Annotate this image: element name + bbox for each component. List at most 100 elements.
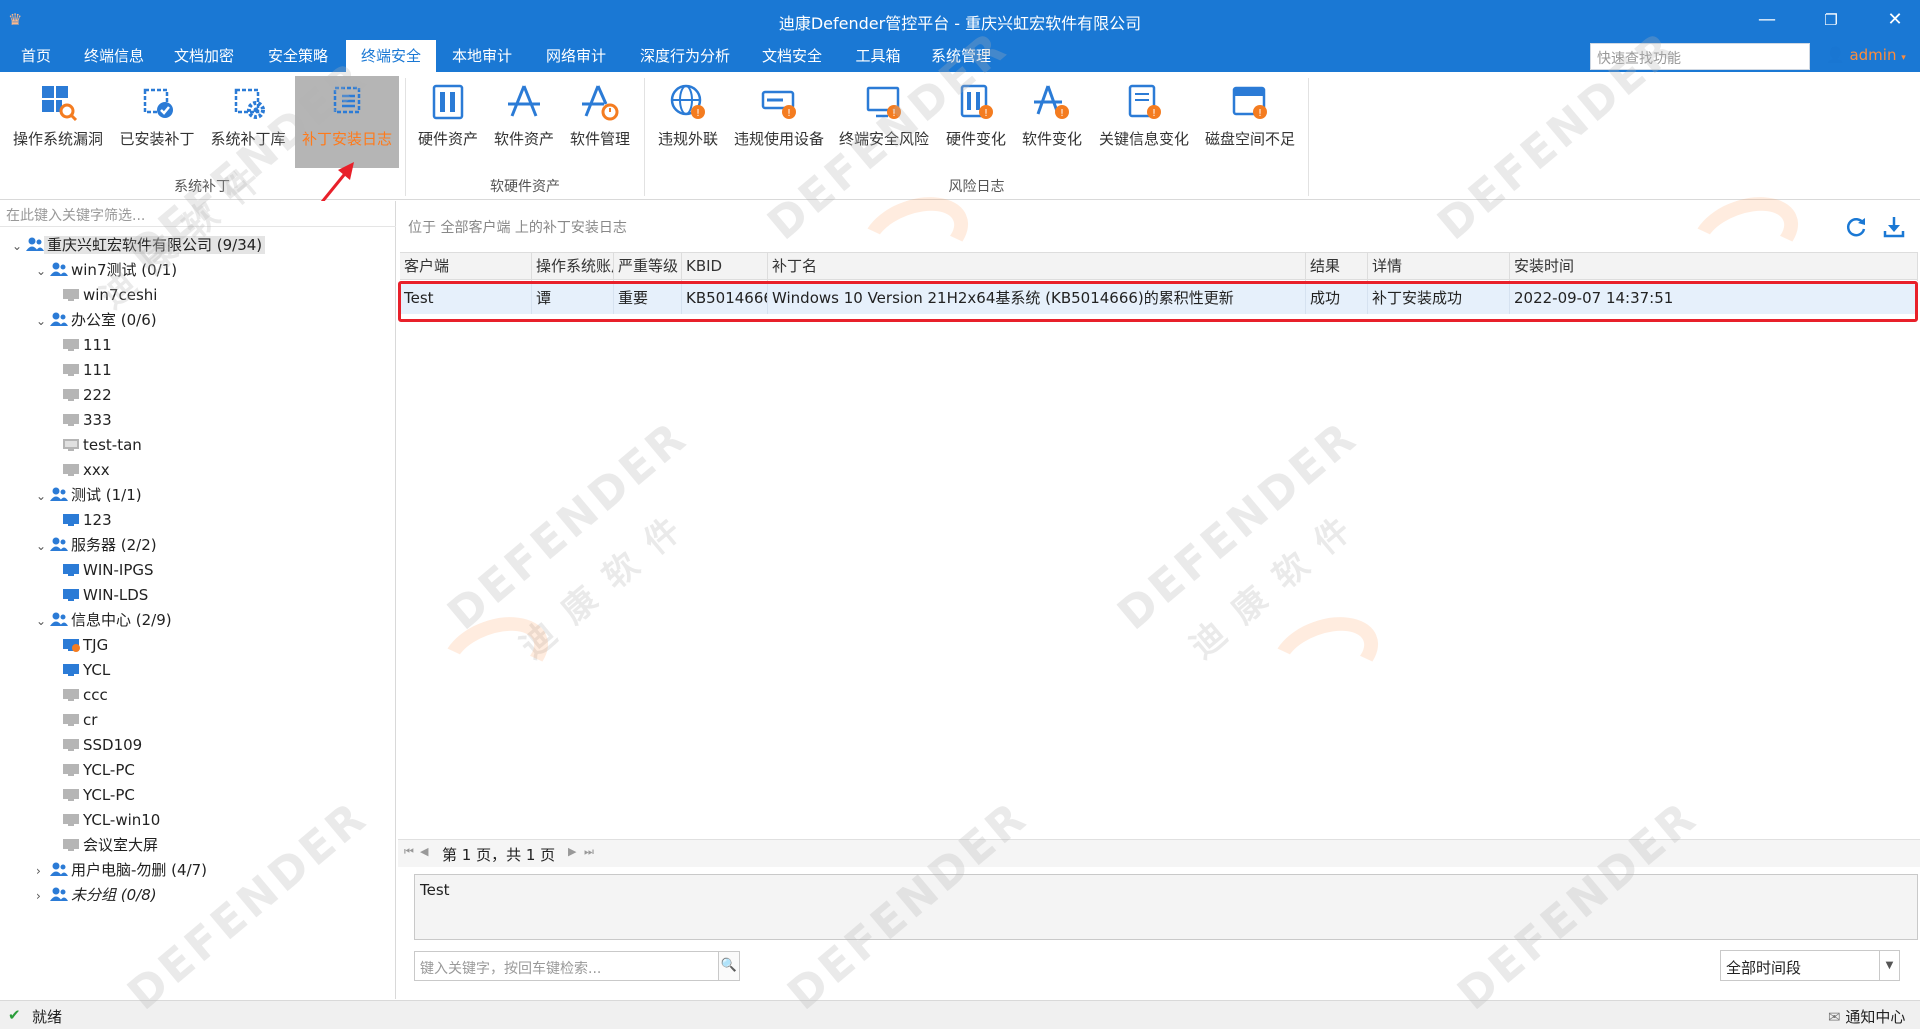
chevron-down-icon: ▼ <box>1879 951 1899 980</box>
col-severity[interactable]: 严重等级 <box>614 253 682 281</box>
menu-toolbox[interactable]: 工具箱 <box>846 40 910 72</box>
menu-home[interactable]: 首页 <box>8 40 64 72</box>
tree-node-label: 测试 (1/1) <box>71 486 142 504</box>
col-kbid[interactable]: KBID <box>682 253 768 281</box>
tree-client-node[interactable]: ccc <box>62 683 111 707</box>
col-details[interactable]: 详情 <box>1368 253 1510 281</box>
chevron-down-icon[interactable]: ⌄ <box>12 234 26 258</box>
hardware-icon <box>432 84 464 120</box>
tree-client-node[interactable]: YCL <box>62 658 113 682</box>
terminal-risk-button[interactable]: ! 终端安全风险 <box>834 76 934 168</box>
col-patch-name[interactable]: 补丁名 <box>768 253 1306 281</box>
svg-text:!: ! <box>892 108 896 119</box>
tree-client-node[interactable]: SSD109 <box>62 733 145 757</box>
computer-offline-icon <box>63 739 79 751</box>
chevron-right-icon[interactable]: › <box>36 859 50 883</box>
tree-client-node[interactable]: 123 <box>62 508 115 532</box>
minimize-button[interactable]: — <box>1752 8 1782 32</box>
menu-doc-security[interactable]: 文档安全 <box>752 40 832 72</box>
svg-text:!: ! <box>984 108 988 119</box>
tree-node-label: ccc <box>83 686 108 704</box>
chevron-down-icon[interactable]: ⌄ <box>36 534 50 558</box>
tree-group-node[interactable]: › 用户电脑-勿删 (4/7) <box>36 858 210 882</box>
menu-terminal-info[interactable]: 终端信息 <box>74 40 154 72</box>
quick-search-input[interactable]: 快速查找功能 <box>1590 43 1810 70</box>
tree-client-node[interactable]: test-tan <box>62 433 145 457</box>
next-page-button[interactable]: ▶ <box>568 845 576 858</box>
windows-search-icon <box>42 86 78 122</box>
location-bar: 位于 全部客户端 上的补丁安装日志 <box>398 201 1920 251</box>
chevron-down-icon[interactable]: ⌄ <box>36 609 50 633</box>
tree-client-node[interactable]: WIN-IPGS <box>62 558 157 582</box>
os-vulnerability-button[interactable]: 操作系统漏洞 <box>6 76 110 168</box>
tree-filter-input[interactable]: 在此键入关键字筛选... <box>0 201 396 227</box>
col-install-time[interactable]: 安装时间 <box>1510 253 1918 281</box>
disk-space-low-button[interactable]: ! 磁盘空间不足 <box>1200 76 1300 168</box>
tree-group-node[interactable]: ⌄ 重庆兴虹宏软件有限公司 (9/34) <box>12 233 266 258</box>
tree-client-node[interactable]: 222 <box>62 383 115 407</box>
close-button[interactable]: ✕ <box>1880 8 1910 32</box>
software-change-button[interactable]: ! 软件变化 <box>1016 76 1088 168</box>
menu-terminal-security[interactable]: 终端安全 <box>346 40 436 72</box>
tree-group-node[interactable]: ⌄ 信息中心 (2/9) <box>36 608 175 632</box>
tree-client-node[interactable]: 会议室大屏 <box>62 833 161 857</box>
last-page-button[interactable]: ⏭ <box>584 845 594 859</box>
tree-client-node[interactable]: YCL-win10 <box>62 808 163 832</box>
tree-group-node[interactable]: ⌄ win7测试 (0/1) <box>36 258 180 282</box>
col-os-account[interactable]: 操作系统账户 <box>532 253 614 281</box>
notification-center-button[interactable]: ✉ 通知中心 <box>1828 1006 1905 1027</box>
tree-client-node[interactable]: win7ceshi <box>62 283 160 307</box>
tree-client-node[interactable]: TJG <box>62 633 111 657</box>
hardware-change-button[interactable]: ! 硬件变化 <box>940 76 1012 168</box>
prev-page-button[interactable]: ◀ <box>420 845 428 858</box>
chevron-right-icon[interactable]: › <box>36 884 50 908</box>
time-range-select[interactable]: 全部时间段 ▼ <box>1720 950 1900 981</box>
installed-patches-button[interactable]: 已安装补丁 <box>116 76 198 168</box>
chevron-down-icon[interactable]: ⌄ <box>36 484 50 508</box>
svg-text:!: ! <box>1060 108 1064 119</box>
tree-client-node[interactable]: 333 <box>62 408 115 432</box>
tree-client-node[interactable]: WIN-LDS <box>62 583 151 607</box>
user-menu[interactable]: 👤 admin ▾ <box>1826 46 1906 64</box>
tree-group-node[interactable]: ⌄ 服务器 (2/2) <box>36 533 160 557</box>
first-page-button[interactable]: ⏮ <box>404 845 414 859</box>
download-icon[interactable] <box>1882 215 1906 239</box>
cell-client: Test <box>400 282 532 314</box>
menu-behavior-analysis[interactable]: 深度行为分析 <box>630 40 740 72</box>
table-row[interactable]: Test 谭 重要 KB5014666 Windows 10 Version 2… <box>400 282 1918 314</box>
menu-system-manage[interactable]: 系统管理 <box>920 40 1002 72</box>
tree-group-node[interactable]: ⌄ 测试 (1/1) <box>36 483 145 507</box>
tree-group-node[interactable]: › 未分组 (0/8) <box>36 883 160 907</box>
tree-client-node[interactable]: YCL-PC <box>62 783 138 807</box>
tree-node-label: WIN-LDS <box>83 586 149 604</box>
tree-client-node[interactable]: YCL-PC <box>62 758 138 782</box>
restore-button[interactable]: ❐ <box>1816 8 1846 32</box>
tree-client-node[interactable]: 111 <box>62 333 115 357</box>
tree-client-node[interactable]: cr <box>62 708 100 732</box>
menu-local-audit[interactable]: 本地审计 <box>442 40 522 72</box>
group-label-risk-log: 风险日志 <box>948 179 1005 195</box>
col-client[interactable]: 客户端 <box>400 253 532 281</box>
patch-install-log-button[interactable]: 补丁安装日志 <box>295 76 399 168</box>
tree-client-node[interactable]: 111 <box>62 358 115 382</box>
tree-group-node[interactable]: ⌄ 办公室 (0/6) <box>36 308 160 332</box>
col-result[interactable]: 结果 <box>1306 253 1368 281</box>
tree-client-node[interactable]: xxx <box>62 458 113 482</box>
chevron-down-icon[interactable]: ⌄ <box>36 309 50 333</box>
check-icon: ✔ <box>8 1006 21 1024</box>
refresh-icon[interactable] <box>1844 215 1868 239</box>
menu-security-policy[interactable]: 安全策略 <box>258 40 338 72</box>
log-search-input[interactable]: 键入关键字，按回车键检索... <box>414 951 720 981</box>
illegal-outreach-button[interactable]: ! 违规外联 <box>650 76 726 168</box>
software-assets-button[interactable]: 软件资产 <box>488 76 560 168</box>
chevron-down-icon[interactable]: ⌄ <box>36 259 50 283</box>
illegal-device-button[interactable]: ! 违规使用设备 <box>730 76 828 168</box>
software-manage-button[interactable]: 软件管理 <box>564 76 636 168</box>
key-info-change-button[interactable]: ! 关键信息变化 <box>1094 76 1194 168</box>
menu-network-audit[interactable]: 网络审计 <box>536 40 616 72</box>
menu-doc-encryption[interactable]: 文档加密 <box>164 40 244 72</box>
patch-library-button[interactable]: 系统补丁库 <box>206 76 290 168</box>
tree-node-label: 信息中心 (2/9) <box>71 611 172 629</box>
search-button[interactable]: 🔍 <box>718 951 740 981</box>
hardware-assets-button[interactable]: 硬件资产 <box>412 76 484 168</box>
